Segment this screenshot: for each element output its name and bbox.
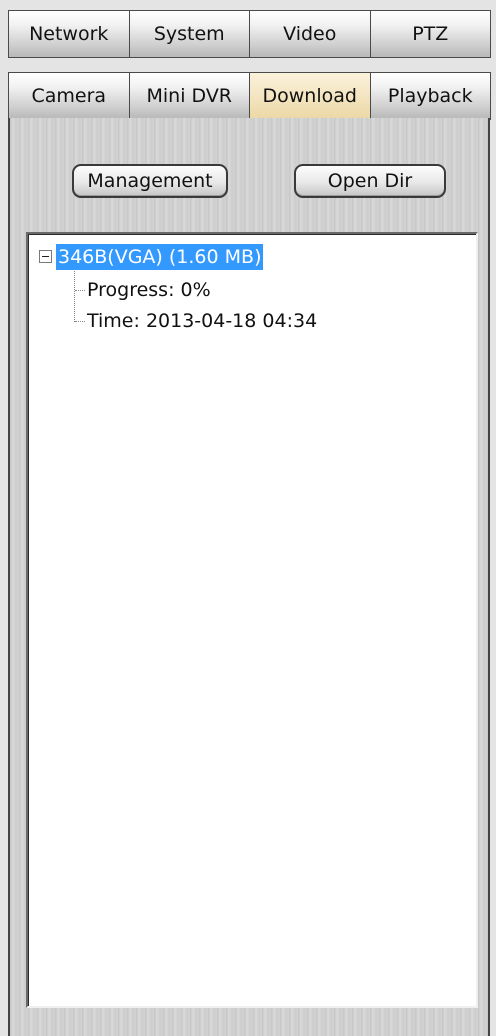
tab-playback[interactable]: Playback	[369, 72, 491, 120]
tree-connector	[74, 266, 75, 322]
tab-camera[interactable]: Camera	[8, 72, 130, 120]
download-panel: Management Open Dir 346B(VGA) (1.60 MB) …	[8, 118, 490, 1036]
tree-node-time[interactable]: Time: 2013-04-18 04:34	[87, 309, 317, 333]
tab-system[interactable]: System	[128, 10, 250, 58]
tab-ptz[interactable]: PTZ	[369, 10, 491, 58]
tree-branch	[75, 290, 85, 291]
tab-bar-secondary: Camera Mini DVR Download Playback	[8, 72, 491, 120]
download-tree[interactable]: 346B(VGA) (1.60 MB) Progress: 0% Time: 2…	[26, 232, 478, 1008]
tab-mini-dvr[interactable]: Mini DVR	[128, 72, 250, 120]
tree-node-file[interactable]: 346B(VGA) (1.60 MB)	[56, 244, 264, 270]
tab-download[interactable]: Download	[249, 72, 371, 120]
tab-video[interactable]: Video	[249, 10, 371, 58]
tree-node-progress[interactable]: Progress: 0%	[87, 278, 211, 302]
open-dir-button[interactable]: Open Dir	[294, 164, 446, 198]
tree-branch	[75, 321, 85, 322]
management-button[interactable]: Management	[72, 164, 228, 198]
tab-network[interactable]: Network	[8, 10, 130, 58]
collapse-icon[interactable]	[39, 250, 52, 263]
tab-bar-primary: Network System Video PTZ	[8, 10, 491, 58]
